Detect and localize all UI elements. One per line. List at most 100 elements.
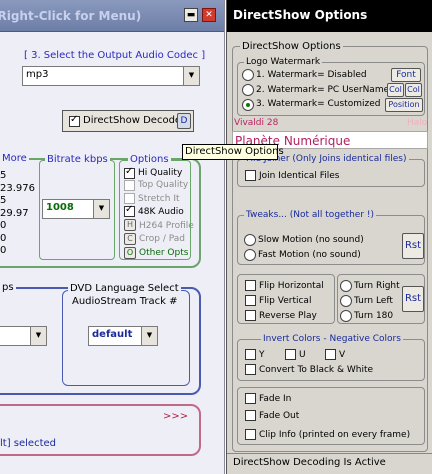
color-button[interactable]: Col	[387, 83, 404, 97]
other-opts-label: Other Opts	[139, 248, 189, 258]
status-bar: DirectShow Decoding Is Active	[227, 453, 432, 474]
left-track-select[interactable]: ▼	[0, 326, 47, 346]
invert-y-checkbox[interactable]	[245, 349, 256, 360]
bitrate-value: 1008	[46, 202, 74, 213]
fade-out-label: Fade Out	[259, 411, 300, 421]
tweaks-label: Tweaks... (Not all together !)	[244, 210, 377, 220]
fps-item[interactable]: 0	[0, 233, 35, 246]
audiostream-track-label: AudioStream Track #	[72, 296, 178, 307]
turn-180-radio[interactable]	[340, 310, 352, 322]
chevron-down-icon: ▼	[30, 327, 46, 345]
selected-status: lt] selected	[0, 438, 56, 449]
more-label: More	[0, 153, 29, 164]
logo-watermark-label: Logo Watermark	[244, 57, 323, 67]
turn-left-label: Turn Left	[354, 296, 393, 306]
top-quality-label: Top Quality	[138, 180, 189, 190]
crop-pad-button[interactable]: C	[124, 233, 136, 245]
tooltip: DirectShow Options	[182, 144, 284, 160]
minimize-button[interactable]: ▬	[184, 8, 198, 22]
directshow-options-group-label: DirectShow Options	[240, 41, 343, 52]
flip-vertical-checkbox[interactable]	[245, 295, 256, 306]
directshow-options-window: DirectShow Options DirectShow Options Lo…	[226, 0, 432, 474]
fps-item[interactable]: 23.976	[0, 183, 35, 196]
chevron-down-icon: ▼	[141, 327, 157, 345]
slow-motion-radio[interactable]	[244, 234, 256, 246]
watermark-username-label: 2. Watermark= PC UserName	[256, 85, 390, 95]
main-window-title: (Right-Click for Menu)	[0, 9, 142, 23]
dvd-language-label: DVD Language Select	[68, 283, 181, 294]
top-quality-checkbox[interactable]	[124, 180, 135, 191]
position-button[interactable]: Position	[385, 98, 423, 112]
stretch-it-label: Stretch It	[138, 194, 180, 204]
fade-in-checkbox[interactable]	[245, 393, 256, 404]
slow-motion-label: Slow Motion (no sound)	[258, 235, 364, 245]
bitrate-select[interactable]: 1008 ▼	[42, 199, 110, 219]
reverse-play-label: Reverse Play	[259, 311, 317, 321]
dvd-audio-track-select[interactable]: default ▼	[88, 326, 158, 346]
fps-item[interactable]: 5	[0, 170, 35, 183]
directshow-decode-checkbox[interactable]	[69, 114, 80, 127]
font-name-label: Vivaldi 28	[234, 118, 279, 128]
fps-item[interactable]: 5	[0, 195, 35, 208]
invert-u-label: U	[299, 350, 306, 360]
48k-audio-label: 48K Audio	[138, 207, 184, 217]
options-label: Options	[128, 154, 171, 165]
stretch-it-checkbox[interactable]	[124, 193, 135, 204]
invert-colors-label: Invert Colors - Negative Colors	[261, 334, 403, 344]
fps-list: 5 23.976 5 29.97 0 0 0	[0, 170, 35, 258]
join-identical-label: Join Identical Files	[259, 171, 340, 181]
reverse-play-checkbox[interactable]	[245, 310, 256, 321]
fps-item[interactable]: 0	[0, 220, 35, 233]
audio-codec-select[interactable]: mp3 ▼	[22, 66, 200, 86]
fade-in-label: Fade In	[259, 394, 292, 404]
h264-profile-label: H264 Profile	[139, 221, 194, 231]
flip-horizontal-label: Flip Horizontal	[259, 281, 324, 291]
bitrate-label: Bitrate kbps	[45, 154, 110, 165]
watermark-disabled-radio[interactable]	[242, 69, 254, 81]
color-button-2[interactable]: Col	[405, 83, 422, 97]
fade-out-checkbox[interactable]	[245, 410, 256, 421]
invert-v-label: V	[339, 350, 346, 360]
join-identical-checkbox[interactable]	[245, 170, 256, 181]
watermark-customized-radio[interactable]	[242, 99, 254, 111]
watermark-username-radio[interactable]	[242, 84, 254, 96]
hi-quality-checkbox[interactable]	[124, 166, 135, 179]
reset-turn-button[interactable]: Rst	[402, 286, 424, 312]
turn-left-radio[interactable]	[340, 295, 352, 307]
reset-tweaks-button[interactable]: Rst	[402, 233, 424, 259]
invert-u-checkbox[interactable]	[285, 349, 296, 360]
watermark-disabled-label: 1. Watermark= Disabled	[256, 70, 367, 80]
arrows-label[interactable]: >>>	[163, 411, 188, 422]
chevron-down-icon: ▼	[183, 67, 199, 85]
turn-right-radio[interactable]	[340, 280, 352, 292]
main-window: (Right-Click for Menu) ▬ ✕ [ 3. Select t…	[0, 0, 225, 474]
chevron-down-icon: ▼	[93, 200, 109, 218]
dvd-audio-track-value: default	[92, 329, 133, 340]
main-title-bar[interactable]: (Right-Click for Menu) ▬ ✕	[0, 0, 224, 32]
flip-vertical-label: Flip Vertical	[259, 296, 312, 306]
audio-codec-value: mp3	[26, 69, 49, 80]
clip-info-checkbox[interactable]	[245, 429, 256, 440]
fast-motion-radio[interactable]	[244, 249, 256, 261]
convert-bw-checkbox[interactable]	[245, 364, 256, 375]
h264-profile-button[interactable]: H	[124, 219, 136, 231]
close-button[interactable]: ✕	[202, 8, 216, 22]
crop-pad-label: Crop / Pad	[139, 234, 186, 244]
hi-quality-label: Hi Quality	[138, 168, 183, 178]
invert-v-checkbox[interactable]	[325, 349, 336, 360]
ps-label: ps	[0, 282, 16, 293]
halo-label: Halo	[407, 118, 428, 128]
directshow-decode-box: DirectShow Decode D	[62, 110, 194, 132]
fps-item[interactable]: 29.97	[0, 208, 35, 221]
flip-horizontal-checkbox[interactable]	[245, 280, 256, 291]
directshow-options-button[interactable]: D	[177, 113, 191, 129]
turn-180-label: Turn 180	[354, 311, 394, 321]
other-opts-button[interactable]: O	[124, 247, 136, 259]
convert-bw-label: Convert To Black & White	[259, 365, 374, 375]
fps-item[interactable]: 0	[0, 245, 35, 258]
directshow-decode-label: DirectShow Decode	[83, 115, 182, 126]
font-button[interactable]: Font	[391, 68, 421, 82]
48k-audio-checkbox[interactable]	[124, 204, 135, 217]
directshow-window-title[interactable]: DirectShow Options	[227, 0, 432, 32]
codec-section-label: [ 3. Select the Output Audio Codec ]	[24, 50, 206, 61]
